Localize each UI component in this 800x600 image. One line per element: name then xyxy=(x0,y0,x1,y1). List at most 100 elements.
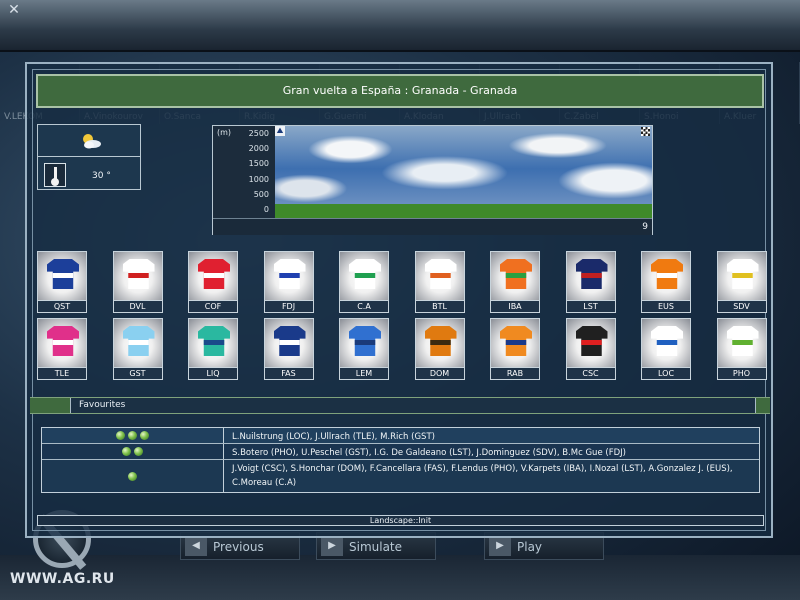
team-code: FAS xyxy=(263,368,314,380)
team-code: TLE xyxy=(37,368,87,380)
favourite-riders: L.Nuilstrung (LOC), J.Ullrach (TLE), M.R… xyxy=(232,432,435,442)
start-flag-icon: ⛰ xyxy=(275,126,285,136)
favourites-row: S.Botero (PHO), U.Peschel (GST), I.G. De… xyxy=(42,444,759,460)
team-jersey-liq[interactable]: LIQ xyxy=(188,318,238,380)
team-jersey-btl[interactable]: BTL xyxy=(414,251,465,313)
play-icon: ▶ xyxy=(489,536,511,556)
team-jersey-rab[interactable]: RAB xyxy=(490,318,540,380)
jersey-icon xyxy=(490,318,540,368)
status-bar: Landscape::Init xyxy=(37,515,764,526)
jersey-icon xyxy=(263,251,314,301)
team-code: DOM xyxy=(414,368,465,380)
altitude-tick: 1000 xyxy=(248,174,269,184)
team-jersey-cof[interactable]: COF xyxy=(188,251,238,313)
jersey-icon xyxy=(716,251,767,301)
arrow-left-icon: ◀ xyxy=(185,536,207,556)
stage-distance: 9 xyxy=(642,222,648,232)
team-jersey-fdj[interactable]: FDJ xyxy=(263,251,314,313)
team-jersey-iba[interactable]: IBA xyxy=(490,251,540,313)
star-icon xyxy=(116,431,125,440)
team-jersey-eus[interactable]: EUS xyxy=(641,251,691,313)
favourites-header: Favourites xyxy=(30,397,770,414)
altitude-tick: 500 xyxy=(253,189,269,199)
team-code: PHO xyxy=(716,368,767,380)
jersey-icon xyxy=(339,318,389,368)
jersey-icon xyxy=(188,318,238,368)
team-jersey-csc[interactable]: CSC xyxy=(565,318,616,380)
team-code: GST xyxy=(112,368,163,380)
stage-title: Gran vuelta a España : Granada - Granada xyxy=(36,74,764,108)
temperature-value: 30 ° xyxy=(92,171,111,181)
altitude-axis: (m) 2500 2000 1500 1000 500 0 xyxy=(213,126,275,218)
close-icon[interactable]: ✕ xyxy=(6,2,22,18)
jersey-icon xyxy=(565,318,616,368)
jersey-icon xyxy=(641,251,691,301)
team-jersey-tle[interactable]: TLE xyxy=(37,318,87,380)
team-jersey-dom[interactable]: DOM xyxy=(414,318,465,380)
jersey-icon xyxy=(37,318,87,368)
favourite-riders: J.Voigt (CSC), S.Honchar (DOM), F.Cancel… xyxy=(232,464,733,488)
profile-sky xyxy=(275,126,652,204)
partly-cloudy-icon xyxy=(83,134,101,149)
jersey-icon xyxy=(490,251,540,301)
jersey-icon xyxy=(339,251,389,301)
profile-terrain xyxy=(275,204,652,218)
team-jersey-fas[interactable]: FAS xyxy=(263,318,314,380)
finish-flag-icon xyxy=(641,127,650,136)
team-jersey-dvl[interactable]: DVL xyxy=(112,251,163,313)
star-icon xyxy=(140,431,149,440)
jersey-icon xyxy=(565,251,616,301)
team-code: LEM xyxy=(339,368,389,380)
star-icon xyxy=(128,431,137,440)
altitude-tick: 2500 xyxy=(248,129,269,138)
jersey-icon xyxy=(641,318,691,368)
jersey-icon xyxy=(414,318,465,368)
team-jersey-ca[interactable]: C.A xyxy=(339,251,389,313)
favourites-row: L.Nuilstrung (LOC), J.Ullrach (TLE), M.R… xyxy=(42,428,759,444)
favourites-row: J.Voigt (CSC), S.Honchar (DOM), F.Cancel… xyxy=(42,460,759,492)
jersey-icon xyxy=(414,251,465,301)
team-code: CSC xyxy=(565,368,616,380)
altitude-tick: 0 xyxy=(263,205,269,214)
star-icon xyxy=(122,447,131,456)
star-icon xyxy=(128,471,137,481)
rating-stars xyxy=(42,428,224,443)
jersey-icon xyxy=(37,251,87,301)
weather-panel: 30 ° xyxy=(37,124,141,190)
favourites-table: L.Nuilstrung (LOC), J.Ullrach (TLE), M.R… xyxy=(41,427,760,493)
team-jersey-qst[interactable]: QST xyxy=(37,251,87,313)
team-jersey-loc[interactable]: LOC xyxy=(641,318,691,380)
team-jersey-pho[interactable]: PHO xyxy=(716,318,767,380)
team-code: SDV xyxy=(716,301,767,313)
jersey-icon xyxy=(112,318,163,368)
team-code: LST xyxy=(565,301,616,313)
team-jersey-sdv[interactable]: SDV xyxy=(716,251,767,313)
watermark: WWW.AG.RU xyxy=(10,571,115,587)
team-jersey-lst[interactable]: LST xyxy=(565,251,616,313)
team-code: FDJ xyxy=(263,301,314,313)
star-icon xyxy=(134,447,143,456)
rating-stars xyxy=(42,460,224,492)
jersey-icon xyxy=(263,318,314,368)
team-jersey-lem[interactable]: LEM xyxy=(339,318,389,380)
jersey-icon xyxy=(188,251,238,301)
team-code: LIQ xyxy=(188,368,238,380)
altitude-tick: 1500 xyxy=(248,159,269,169)
team-code: LOC xyxy=(641,368,691,380)
altitude-tick: 2000 xyxy=(248,144,269,154)
thermometer-icon xyxy=(44,163,66,187)
favourite-riders: S.Botero (PHO), U.Peschel (GST), I.G. De… xyxy=(232,448,626,458)
arrow-right-icon: ▶ xyxy=(321,536,343,556)
team-jersey-gst[interactable]: GST xyxy=(112,318,163,380)
team-code: DVL xyxy=(112,301,163,313)
jersey-icon xyxy=(716,318,767,368)
team-code: EUS xyxy=(641,301,691,313)
jersey-icon xyxy=(112,251,163,301)
altitude-unit: (m) xyxy=(217,128,232,137)
bottom-bar xyxy=(0,555,800,600)
team-code: IBA xyxy=(490,301,540,313)
team-code: C.A xyxy=(339,301,389,313)
team-code: COF xyxy=(188,301,238,313)
top-bar: ✕ xyxy=(0,0,800,52)
team-code: BTL xyxy=(414,301,465,313)
